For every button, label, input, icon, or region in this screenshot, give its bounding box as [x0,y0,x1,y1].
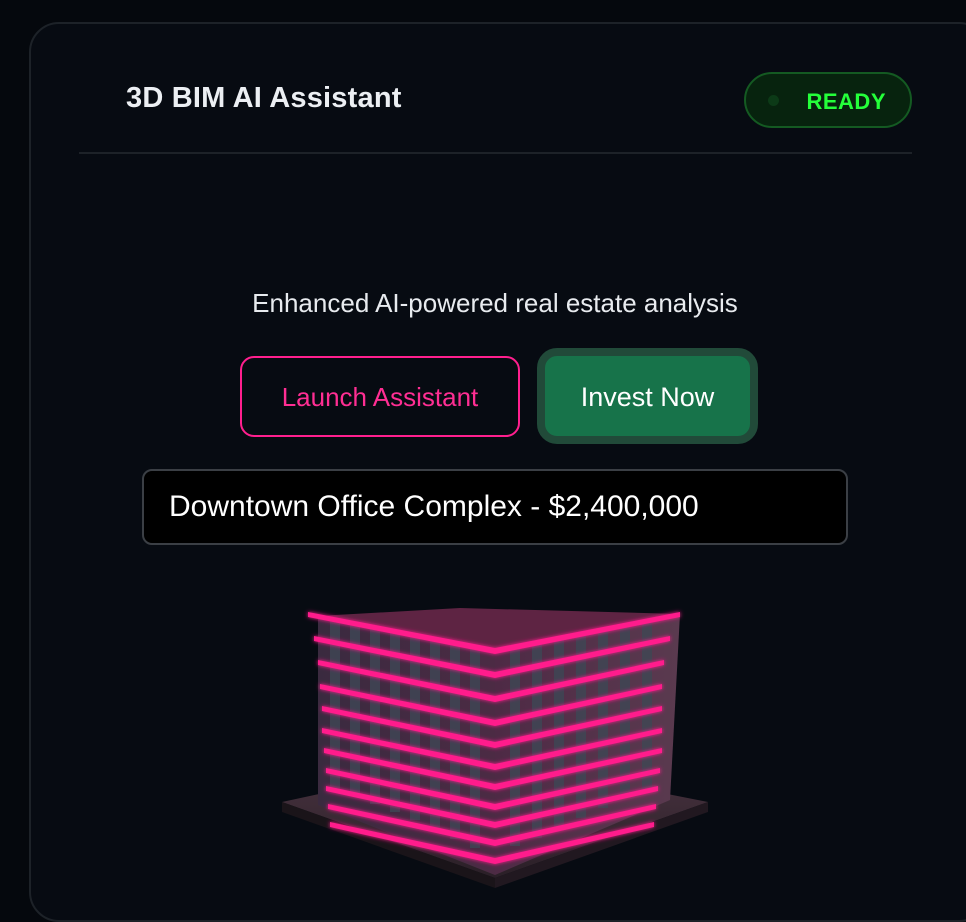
status-badge-label: READY [806,89,886,114]
status-badge: READY [744,72,912,128]
status-dot-icon [768,95,779,106]
building-3d-icon[interactable] [270,590,730,888]
launch-assistant-button[interactable]: Launch Assistant [240,356,520,437]
property-field[interactable] [142,469,848,545]
invest-now-button[interactable]: Invest Now [537,348,758,444]
subtitle: Enhanced AI-powered real estate analysis [252,288,738,318]
header-divider [79,152,912,154]
panel-title: 3D BIM AI Assistant [126,82,402,114]
